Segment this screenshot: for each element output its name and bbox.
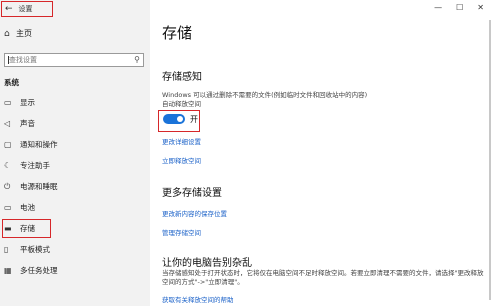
toggle-state-label: 开 (190, 115, 198, 124)
sidebar-item-label: 多任务处理 (20, 266, 58, 275)
sidebar: ← 设置 ⌂ 主页 ⚲ 系统 ▭ 显示 ◁ 声音 ▢ 通知和操作 ☾ 专注助手 … (0, 0, 150, 306)
page-title: 存储 (162, 24, 193, 42)
sidebar-item-label: 显示 (20, 98, 35, 107)
battery-icon: ▭ (4, 203, 12, 212)
minimize-icon[interactable]: — (434, 3, 442, 12)
manage-storage-spaces-link[interactable]: 管理存储空间 (162, 227, 201, 237)
storage-sense-toggle[interactable] (163, 114, 185, 124)
home-label: 主页 (16, 29, 32, 38)
sidebar-item-power-sleep[interactable]: ⏻ 电源和睡眠 (0, 176, 150, 197)
maximize-icon[interactable]: ☐ (456, 3, 463, 12)
sidebar-item-label: 声音 (20, 119, 35, 128)
change-settings-link[interactable]: 更改详细设置 (162, 136, 201, 146)
sidebar-item-sound[interactable]: ◁ 声音 (0, 113, 150, 134)
close-icon[interactable]: ✕ (477, 3, 484, 12)
text-caret (8, 56, 9, 64)
sidebar-item-label: 通知和操作 (20, 140, 58, 149)
window-controls: — ☐ ✕ (434, 3, 484, 12)
multitask-icon: ▦ (4, 266, 12, 275)
sidebar-item-multitasking[interactable]: ▦ 多任务处理 (0, 260, 150, 281)
sidebar-item-label: 平板模式 (20, 245, 50, 254)
home-icon: ⌂ (4, 28, 10, 39)
sidebar-item-label: 专注助手 (20, 161, 50, 170)
sidebar-item-notifications[interactable]: ▢ 通知和操作 (0, 134, 150, 155)
back-title-highlight: ← 设置 (1, 1, 53, 17)
search-box[interactable]: ⚲ (4, 53, 144, 67)
new-content-location-link[interactable]: 更改新内容的保存位置 (162, 208, 227, 218)
power-icon: ⏻ (4, 181, 11, 191)
declutter-description: 当存储感知处于打开状态时，它将仅在电脑空间不足时释放空间。若要立即清理不需要的文… (162, 269, 484, 286)
arrow-left-icon[interactable]: ← (5, 4, 13, 14)
search-input[interactable] (5, 55, 127, 65)
sidebar-item-storage[interactable]: ▬ 存储 (0, 218, 150, 239)
scrollbar[interactable] (489, 20, 491, 300)
monitor-icon: ▭ (4, 98, 12, 107)
sidebar-item-display[interactable]: ▭ 显示 (0, 92, 150, 113)
moon-icon: ☾ (4, 161, 12, 170)
selection-highlight (2, 219, 51, 238)
main-content: — ☐ ✕ 存储 存储感知 Windows 可以通过删除不需要的文件(例如临时文… (150, 0, 492, 306)
app-title: 设置 (18, 5, 33, 13)
sidebar-item-battery[interactable]: ▭ 电池 (0, 197, 150, 218)
speaker-icon: ◁ (4, 119, 11, 128)
help-link[interactable]: 获取有关释放空间的帮助 (162, 294, 234, 304)
tablet-icon: ▯ (4, 245, 9, 254)
storage-sense-heading: 存储感知 (162, 72, 202, 83)
search-icon[interactable]: ⚲ (134, 55, 140, 64)
sidebar-item-tablet-mode[interactable]: ▯ 平板模式 (0, 239, 150, 260)
sidebar-nav: ▭ 显示 ◁ 声音 ▢ 通知和操作 ☾ 专注助手 ⏻ 电源和睡眠 ▭ 电池 ▬ … (0, 92, 150, 281)
notification-icon: ▢ (4, 140, 12, 149)
declutter-heading: 让你的电脑告别杂乱 (162, 258, 252, 269)
more-storage-heading: 更多存储设置 (162, 188, 222, 199)
sidebar-item-label: 电源和睡眠 (20, 182, 58, 191)
sidebar-item-label: 电池 (20, 203, 35, 212)
free-space-now-link[interactable]: 立即释放空间 (162, 155, 201, 165)
storage-sense-description: Windows 可以通过删除不需要的文件(例如临时文件和回收站中的内容)自动释放… (162, 91, 368, 108)
section-label: 系统 (4, 78, 19, 87)
sidebar-item-focus-assist[interactable]: ☾ 专注助手 (0, 155, 150, 176)
toggle-knob (177, 116, 183, 122)
home-link[interactable]: ⌂ 主页 (4, 28, 32, 39)
